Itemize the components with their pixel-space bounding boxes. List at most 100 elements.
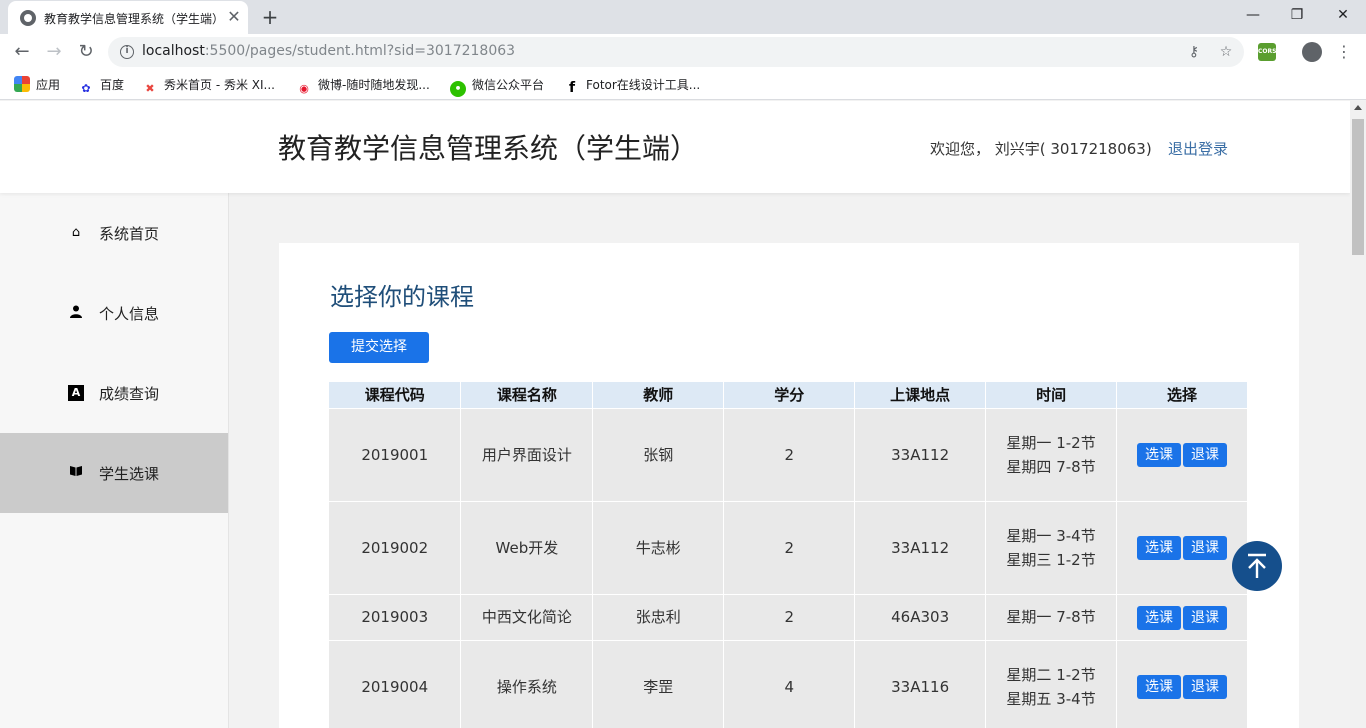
wechat-icon: • bbox=[450, 81, 466, 97]
minimize-icon[interactable]: — bbox=[1230, 0, 1276, 30]
site-info-icon[interactable]: i bbox=[120, 45, 134, 59]
bookmark-baidu[interactable]: ✿ 百度 bbox=[78, 76, 124, 95]
course-code-cell: 2019003 bbox=[329, 593, 462, 640]
teacher-cell: 李罡 bbox=[592, 639, 725, 728]
sidebar-item-grades[interactable]: A 成绩查询 bbox=[0, 353, 228, 433]
address-bar[interactable]: i localhost:5500/pages/student.html?sid=… bbox=[108, 37, 1244, 67]
restore-icon[interactable]: ❐ bbox=[1274, 0, 1320, 30]
table-row: 2019002 Web开发 牛志彬 2 33A112 星期一 3-4节 星期三 … bbox=[329, 500, 1248, 594]
tab-title: 教育教学信息管理系统（学生端） bbox=[44, 12, 220, 26]
action-cell: 选课 退课 bbox=[1116, 593, 1248, 640]
select-course-button[interactable]: 选课 bbox=[1137, 605, 1182, 630]
action-cell: 选课 退课 bbox=[1116, 500, 1248, 594]
bookmarks-bar: 应用 ✿ 百度 ✖ 秀米首页 - 秀米 XI... ◉ 微博-随时随地发现... • 微… bbox=[0, 70, 1366, 100]
table-row: 2019001 用户界面设计 张钢 2 33A112 星期一 1-2节 星期四 … bbox=[329, 407, 1248, 501]
bookmark-xiumi[interactable]: ✖ 秀米首页 - 秀米 XI... bbox=[142, 76, 275, 95]
credit-cell: 2 bbox=[723, 500, 856, 594]
column-header: 教师 bbox=[592, 382, 725, 408]
teacher-cell: 牛志彬 bbox=[592, 500, 725, 594]
table-row: 2019004 操作系统 李罡 4 33A116 星期二 1-2节 星期五 3-… bbox=[329, 639, 1248, 728]
baidu-icon: ✿ bbox=[81, 82, 91, 95]
page-scrollbar[interactable] bbox=[1350, 101, 1366, 728]
submit-selection-button[interactable]: 提交选择 bbox=[329, 332, 429, 363]
user-icon bbox=[68, 305, 84, 321]
course-code-cell: 2019004 bbox=[329, 639, 462, 728]
logout-link[interactable]: 退出登录 bbox=[1168, 138, 1228, 159]
course-name-cell: 用户界面设计 bbox=[460, 407, 594, 501]
location-cell: 33A112 bbox=[854, 407, 987, 501]
forward-icon[interactable]: → bbox=[40, 38, 68, 66]
welcome-text: 欢迎您， 刘兴宇( 3017218063) bbox=[930, 140, 1152, 158]
select-course-button[interactable]: 选课 bbox=[1137, 675, 1182, 700]
location-cell: 33A112 bbox=[854, 500, 987, 594]
bookmark-wechat[interactable]: • 微信公众平台 bbox=[450, 76, 544, 97]
sidebar-item-label: 系统首页 bbox=[99, 225, 160, 243]
sidebar-item-label: 个人信息 bbox=[99, 305, 160, 323]
credit-cell: 2 bbox=[723, 407, 856, 501]
scroll-up-arrow-icon[interactable] bbox=[1354, 105, 1362, 110]
bookmark-fotor[interactable]: f Fotor在线设计工具... bbox=[564, 76, 700, 96]
sidebar-item-label: 学生选课 bbox=[99, 465, 160, 483]
sidebar-item-label: 成绩查询 bbox=[99, 385, 160, 403]
apps-grid-icon bbox=[14, 76, 30, 92]
column-header: 时间 bbox=[985, 382, 1118, 408]
action-cell: 选课 退课 bbox=[1116, 407, 1248, 501]
tab-close-icon[interactable]: ✕ bbox=[224, 7, 244, 27]
browser-tab[interactable]: 教育教学信息管理系统（学生端） ✕ bbox=[8, 1, 248, 34]
page-viewport: 教育教学信息管理系统（学生端） 欢迎您， 刘兴宇( 3017218063) 退出… bbox=[0, 101, 1350, 728]
bookmark-apps[interactable]: 应用 bbox=[14, 76, 60, 94]
star-icon[interactable]: ☆ bbox=[1216, 42, 1236, 62]
column-header: 选择 bbox=[1116, 382, 1248, 408]
course-code-cell: 2019002 bbox=[329, 500, 462, 594]
reload-icon[interactable]: ↻ bbox=[72, 38, 100, 66]
menu-kebab-icon[interactable]: ⋮ bbox=[1334, 40, 1354, 64]
browser-toolbar: ← → ↻ i localhost:5500/pages/student.htm… bbox=[0, 34, 1366, 70]
book-icon bbox=[68, 465, 84, 481]
key-icon[interactable]: ⚷ bbox=[1184, 42, 1204, 62]
select-course-button[interactable]: 选课 bbox=[1137, 536, 1182, 560]
drop-course-button[interactable]: 退课 bbox=[1183, 675, 1228, 700]
column-header: 学分 bbox=[723, 382, 856, 408]
drop-course-button[interactable]: 退课 bbox=[1183, 605, 1228, 630]
url-text[interactable]: localhost:5500/pages/student.html?sid=30… bbox=[142, 43, 515, 59]
home-icon: ⌂ bbox=[71, 225, 81, 240]
drop-course-button[interactable]: 退课 bbox=[1183, 536, 1228, 560]
course-selection-card: 选择你的课程 提交选择 课程代码 课程名称 教师 学分 上课地点 时间 选择 2… bbox=[279, 243, 1299, 728]
sidebar-item-course-selection[interactable]: 学生选课 bbox=[0, 433, 228, 513]
window-close-icon[interactable]: ✕ bbox=[1320, 0, 1366, 30]
teacher-cell: 张忠利 bbox=[592, 593, 725, 640]
sidebar: ⌂ 系统首页 个人信息 A 成绩查询 学生选课 bbox=[0, 193, 229, 728]
course-name-cell: 操作系统 bbox=[460, 639, 594, 728]
new-tab-button[interactable]: + bbox=[256, 4, 284, 30]
table-header-row: 课程代码 课程名称 教师 学分 上课地点 时间 选择 bbox=[329, 382, 1248, 408]
xiumi-icon: ✖ bbox=[145, 82, 155, 95]
weibo-icon: ◉ bbox=[299, 82, 309, 95]
back-icon[interactable]: ← bbox=[8, 38, 36, 66]
credit-cell: 2 bbox=[723, 593, 856, 640]
back-to-top-button[interactable] bbox=[1232, 541, 1282, 591]
column-header: 课程代码 bbox=[329, 382, 462, 408]
sidebar-item-profile[interactable]: 个人信息 bbox=[0, 273, 228, 353]
bookmark-weibo[interactable]: ◉ 微博-随时随地发现... bbox=[296, 76, 430, 95]
course-table: 课程代码 课程名称 教师 学分 上课地点 时间 选择 2019001 用户界面设… bbox=[329, 382, 1248, 728]
drop-course-button[interactable]: 退课 bbox=[1183, 443, 1228, 467]
action-cell: 选课 退课 bbox=[1116, 639, 1248, 728]
select-course-button[interactable]: 选课 bbox=[1137, 443, 1182, 467]
sidebar-item-home[interactable]: ⌂ 系统首页 bbox=[0, 193, 228, 273]
site-header: 教育教学信息管理系统（学生端） 欢迎您， 刘兴宇( 3017218063) 退出… bbox=[0, 101, 1350, 193]
scroll-thumb[interactable] bbox=[1352, 119, 1364, 255]
course-name-cell: Web开发 bbox=[460, 500, 594, 594]
globe-icon bbox=[20, 10, 36, 26]
profile-icon[interactable] bbox=[1302, 42, 1322, 62]
browser-tabstrip: 教育教学信息管理系统（学生端） ✕ + — ❐ ✕ bbox=[0, 0, 1366, 34]
location-cell: 33A116 bbox=[854, 639, 987, 728]
time-cell: 星期二 1-2节 星期五 3-4节 bbox=[985, 639, 1118, 728]
teacher-cell: 张钢 bbox=[592, 407, 725, 501]
course-code-cell: 2019001 bbox=[329, 407, 462, 501]
column-header: 课程名称 bbox=[460, 382, 594, 408]
table-row: 2019003 中西文化简论 张忠利 2 46A303 星期一 7-8节 选课退… bbox=[329, 593, 1248, 640]
font-a-icon: A bbox=[68, 385, 84, 401]
column-header: 上课地点 bbox=[854, 382, 987, 408]
time-cell: 星期一 3-4节 星期三 1-2节 bbox=[985, 500, 1118, 594]
cors-extension-icon[interactable]: CORS bbox=[1258, 43, 1276, 61]
